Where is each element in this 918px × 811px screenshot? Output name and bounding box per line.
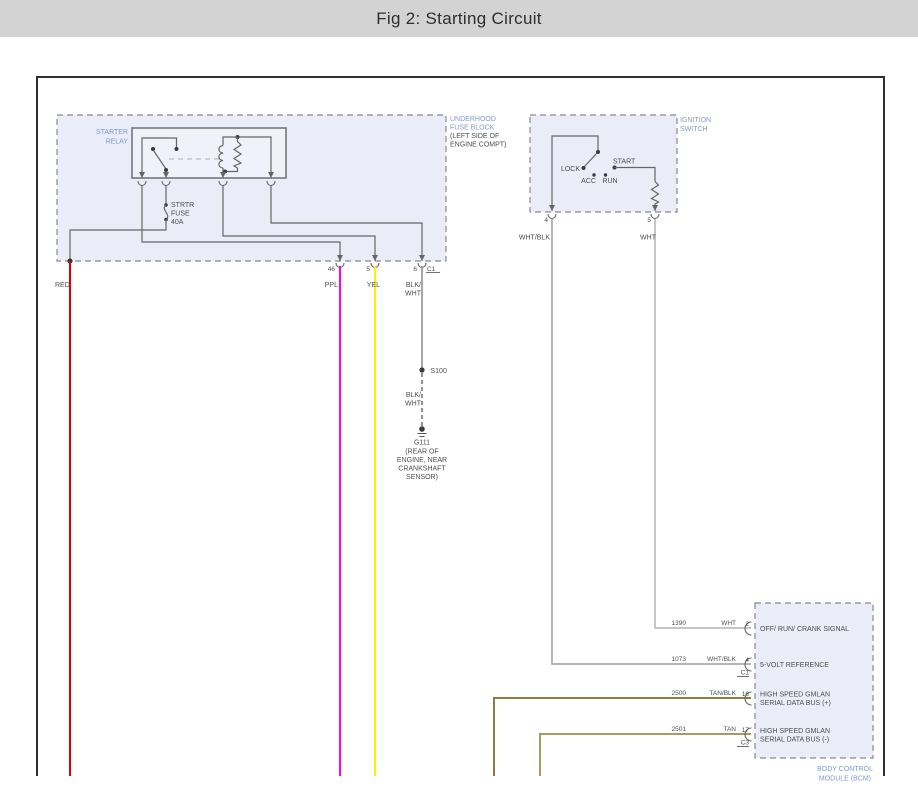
bcm-pin1-desc: OFF/ RUN/ CRANK SIGNAL <box>760 626 849 633</box>
g111-ground: G111 (REAR OF ENGINE, NEAR CRANKSHAFT SE… <box>397 426 447 481</box>
bcm-pin3-desc-2: SERIAL DATA BUS (+) <box>760 700 831 707</box>
wht-wire-label: WHT <box>640 235 657 242</box>
bcm: 1390 WHT 2 OFF/ RUN/ CRANK SIGNAL 1073 W… <box>672 603 874 783</box>
acc-position-dot <box>592 173 595 176</box>
blk-wht-wire-label-1: BLK/ <box>406 282 421 289</box>
wht-blk-wire-label: WHT/BLK <box>519 235 550 242</box>
bcm-pin3-wire-color: TAN/BLK <box>709 690 736 697</box>
relay-contact-dot <box>175 147 179 151</box>
fuse-block-label-3: (LEFT SIDE OF <box>450 133 499 140</box>
fuse-label-3: 40A <box>171 219 184 226</box>
ground-icon <box>419 426 425 432</box>
lock-position-dot <box>582 166 586 170</box>
ppl-wire-label: PPL <box>325 282 338 289</box>
bcm-pin3-number: 16 <box>742 691 750 698</box>
g111-label: G111 <box>414 440 430 447</box>
bcm-pin4-desc-2: SERIAL DATA BUS (-) <box>760 737 829 744</box>
terminal-46-label: 46 <box>328 266 336 273</box>
wht-blk-wire <box>552 219 751 664</box>
bcm-pin4-desc-1: HIGH SPEED GMLAN <box>760 728 830 735</box>
connector-c1-label: C1 <box>427 266 436 273</box>
red-wire-label: RED <box>55 282 70 289</box>
g111-location-3: CRANKSHAFT <box>398 466 446 473</box>
bcm-label-2: MODULE (BCM) <box>819 776 871 783</box>
g111-location-2: ENGINE, NEAR <box>397 457 447 464</box>
terminal-5-label: 5 <box>366 266 370 273</box>
bcm-pin1-wire-color: WHT <box>721 620 736 627</box>
s100-splice: S100 BLK/ WHT <box>405 367 447 426</box>
fuse-label-1: STRTR <box>171 202 194 209</box>
ignition-connector-cup-icon <box>548 214 556 219</box>
bcm-pin2-wire-color: WHT/BLK <box>707 656 737 663</box>
wiring-diagram: UNDERHOOD FUSE BLOCK (LEFT SIDE OF ENGIN… <box>0 0 918 811</box>
tan-blk-wire <box>494 698 751 776</box>
bcm-pin1-number: 2 <box>745 621 749 628</box>
fuse-label-2: FUSE <box>171 211 190 218</box>
s100-wire-label-2: WHT <box>405 401 422 408</box>
lock-label: LOCK <box>561 166 580 173</box>
bcm-pin2-circuit: 1073 <box>672 656 687 663</box>
bcm-label-1: BODY CONTROL <box>817 766 873 773</box>
ignition-terminal-5-label: 5 <box>647 217 651 224</box>
start-label: START <box>613 159 636 166</box>
starter-relay-label-1: STARTER <box>96 129 128 136</box>
blk-wht-wire-label-2: WHT <box>405 291 422 298</box>
run-label: RUN <box>602 178 617 185</box>
g111-location-4: SENSOR) <box>406 474 438 481</box>
wht-wire <box>655 219 751 628</box>
relay-arm-dot <box>164 168 168 172</box>
fuse-block-label-4: ENGINE COMPT) <box>450 142 506 149</box>
ignition-switch-label-2: SWITCH <box>680 126 708 133</box>
bcm-pin2-desc: 5-VOLT REFERENCE <box>760 662 829 669</box>
acc-label: ACC <box>581 178 596 185</box>
starter-relay-label-2: RELAY <box>106 139 129 146</box>
relay-pivot-dot <box>151 147 155 151</box>
fuse-block-label-1: UNDERHOOD <box>450 116 496 123</box>
ignition-switch: IGNITION SWITCH LOCK ACC RUN START 4 5 <box>530 115 711 224</box>
ignition-connector-cup-icon <box>651 214 659 219</box>
run-position-dot <box>604 173 607 176</box>
bcm-pin2-connector: C1 <box>741 670 750 677</box>
yel-wire-label: YEL <box>367 282 380 289</box>
bcm-pin4-circuit: 2501 <box>672 726 687 733</box>
ignition-switch-label-1: IGNITION <box>680 117 711 124</box>
terminal-6-label: 6 <box>413 266 417 273</box>
tan-wire <box>540 734 751 776</box>
bcm-pin4-wire-color: TAN <box>723 726 736 733</box>
bcm-pin1-circuit: 1390 <box>672 620 687 627</box>
s100-label: S100 <box>431 368 447 375</box>
s100-wire-label-1: BLK/ <box>406 392 421 399</box>
ground-bars-icon <box>418 434 427 437</box>
bcm-pin3-circuit: 2500 <box>672 690 687 697</box>
bcm-pin2-number: 4 <box>745 657 749 664</box>
g111-location-1: (REAR OF <box>405 449 438 456</box>
bcm-pin4-connector: C3 <box>741 740 750 747</box>
ignition-terminal-4-label: 4 <box>544 217 548 224</box>
underhood-fuse-block: UNDERHOOD FUSE BLOCK (LEFT SIDE OF ENGIN… <box>57 115 506 273</box>
s100-splice-dot <box>419 367 424 372</box>
fuse-block-label-2: FUSE BLOCK <box>450 125 495 132</box>
bcm-pin4-number: 17 <box>742 727 750 734</box>
bcm-pin3-desc-1: HIGH SPEED GMLAN <box>760 692 830 699</box>
